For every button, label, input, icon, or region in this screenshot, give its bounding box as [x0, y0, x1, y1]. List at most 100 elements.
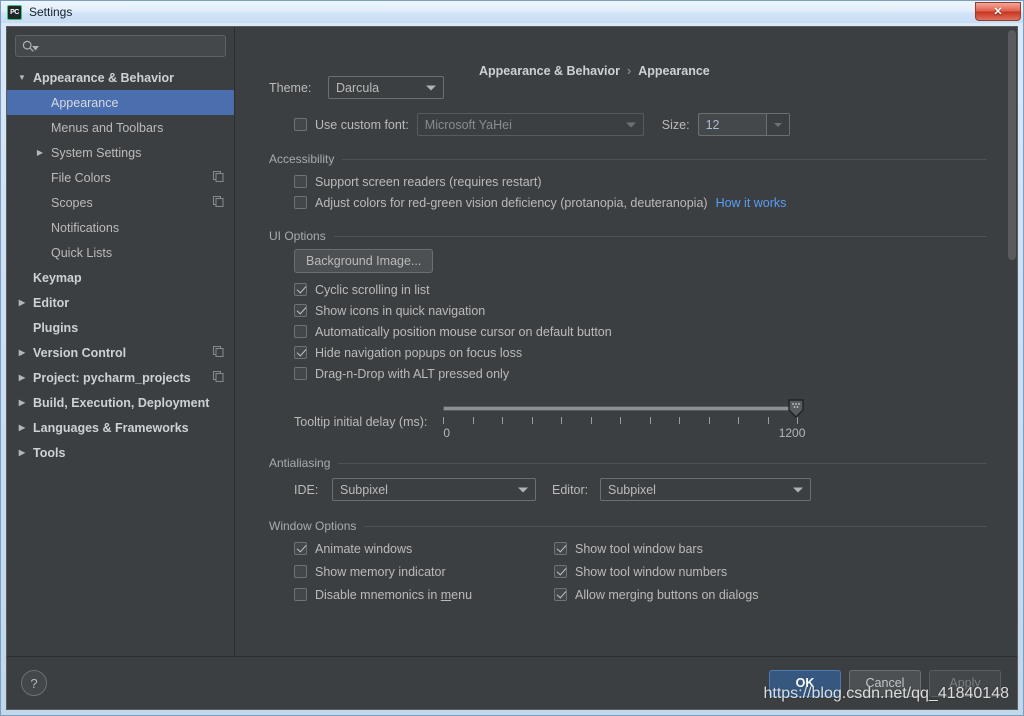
support-screen-readers-checkbox[interactable]: Support screen readers (requires restart… [294, 171, 987, 192]
checkbox-box [294, 346, 307, 359]
antialiasing-row: IDE: Subpixel Editor: Subpixel [294, 478, 987, 501]
sidebar-item-label: File Colors [51, 170, 111, 185]
theme-row: Theme: Darcula [269, 76, 987, 99]
editor-antialiasing-value: Subpixel [608, 482, 656, 497]
sidebar-item-file-colors[interactable]: File Colors [7, 165, 234, 190]
close-icon[interactable]: ✕ [975, 2, 1021, 21]
search-dropdown-icon[interactable] [32, 45, 39, 51]
sidebar-item-editor[interactable]: ▶ Editor [7, 290, 234, 315]
chevron-down-icon [793, 487, 803, 492]
background-image-button[interactable]: Background Image... [294, 249, 434, 273]
chevron-down-icon[interactable]: ▼ [15, 73, 29, 82]
ui-option-show-icons-in-quick-navigation-checkbox[interactable]: Show icons in quick navigation [294, 300, 987, 321]
editor-antialiasing-select[interactable]: Subpixel [600, 478, 811, 501]
accessibility-options: Support screen readers (requires restart… [294, 171, 987, 213]
slider-tick [531, 417, 533, 424]
sidebar-item-keymap[interactable]: Keymap [7, 265, 234, 290]
window-option-show-tool-window-bars-checkbox[interactable]: Show tool window bars [554, 538, 987, 559]
breadcrumb: Appearance & Behavior › Appearance [479, 64, 710, 78]
chevron-right-icon[interactable]: ▶ [15, 398, 29, 407]
custom-font-select[interactable]: Microsoft YaHei [416, 113, 644, 136]
slider-track[interactable] [443, 406, 798, 411]
breadcrumb-separator: › [627, 64, 632, 78]
copy-icon[interactable] [213, 195, 224, 210]
checkbox-box [294, 175, 307, 188]
sidebar-item-menus-and-toolbars[interactable]: Menus and Toolbars [7, 115, 234, 140]
scrollbar-thumb[interactable] [1008, 30, 1016, 260]
sidebar-item-languages-frameworks[interactable]: ▶ Languages & Frameworks [7, 415, 234, 440]
chevron-right-icon[interactable]: ▶ [15, 298, 29, 307]
sidebar-item-label: Appearance [51, 95, 119, 110]
chevron-right-icon[interactable]: ▶ [15, 448, 29, 457]
chevron-right-icon[interactable]: ▶ [15, 373, 29, 382]
sidebar-item-scopes[interactable]: Scopes [7, 190, 234, 215]
copy-icon[interactable] [213, 370, 224, 385]
ide-antialiasing-select[interactable]: Subpixel [332, 478, 536, 501]
tooltip-delay-slider-row: Tooltip initial delay (ms): 0 1200 [294, 398, 987, 446]
slider-min-label: 0 [443, 426, 451, 440]
chevron-right-icon[interactable]: ▶ [15, 348, 29, 357]
tooltip-delay-label: Tooltip initial delay (ms): [294, 415, 428, 429]
theme-label: Theme: [269, 80, 312, 95]
sidebar-item-quick-lists[interactable]: Quick Lists [7, 240, 234, 265]
ok-button[interactable]: OK [769, 669, 841, 697]
ide-antialiasing-label: IDE: [294, 482, 319, 497]
sidebar-item-appearance-behavior[interactable]: ▼ Appearance & Behavior [7, 65, 234, 90]
sidebar-item-version-control[interactable]: ▶ Version Control [7, 340, 234, 365]
copy-icon[interactable] [213, 345, 224, 360]
window-option-disable-mnemonics-in-menu-checkbox[interactable]: Disable mnemonics in menu [294, 584, 554, 605]
checkbox-box [294, 542, 307, 555]
help-button[interactable]: ? [21, 670, 47, 696]
antialiasing-group-title: Antialiasing [269, 456, 331, 470]
slider-thumb[interactable] [788, 399, 805, 418]
cancel-button[interactable]: Cancel [849, 669, 921, 697]
ui-option-cyclic-scrolling-in-list-checkbox[interactable]: Cyclic scrolling in list [294, 279, 987, 300]
checkbox-box [294, 118, 307, 131]
sidebar-item-tools[interactable]: ▶ Tools [7, 440, 234, 465]
theme-select[interactable]: Darcula [328, 76, 444, 99]
font-size-stepper[interactable]: 12 [697, 113, 790, 136]
ui-option-hide-navigation-popups-on-focus-loss-checkbox[interactable]: Hide navigation popups on focus loss [294, 342, 987, 363]
sidebar-item-build-execution-deployment[interactable]: ▶ Build, Execution, Deployment [7, 390, 234, 415]
sidebar-item-plugins[interactable]: Plugins [7, 315, 234, 340]
divider [364, 525, 987, 527]
slider-tick [797, 417, 799, 424]
sidebar-item-notifications[interactable]: Notifications [7, 215, 234, 240]
sidebar-item-label: Appearance & Behavior [33, 70, 175, 85]
ui-option-label: Drag-n-Drop with ALT pressed only [315, 366, 510, 381]
chevron-right-icon[interactable]: ▶ [15, 423, 29, 432]
window-option-show-memory-indicator-checkbox[interactable]: Show memory indicator [294, 561, 554, 582]
ui-option-drag-n-drop-with-alt-pressed-only-checkbox[interactable]: Drag-n-Drop with ALT pressed only [294, 363, 987, 384]
main-panel-scrollbar[interactable] [1006, 27, 1017, 656]
checkbox-box [294, 367, 307, 380]
ui-option-automatically-position-mouse-cursor-on-default-button-checkbox[interactable]: Automatically position mouse cursor on d… [294, 321, 987, 342]
slider-tick [620, 417, 622, 424]
how-it-works-link[interactable]: How it works [716, 196, 787, 210]
sidebar-item-label: Editor [33, 295, 70, 310]
chevron-right-icon[interactable]: ▶ [33, 148, 47, 157]
font-size-value[interactable]: 12 [699, 114, 766, 135]
window-option-animate-windows-checkbox[interactable]: Animate windows [294, 538, 554, 559]
spinner-arrow-icon[interactable] [765, 114, 789, 135]
sidebar-item-appearance[interactable]: Appearance [7, 90, 234, 115]
accessibility-group-header: Accessibility [269, 152, 987, 166]
antialiasing-group-header: Antialiasing [269, 456, 987, 470]
search-input[interactable] [39, 38, 219, 54]
sidebar-item-system-settings[interactable]: ▶ System Settings [7, 140, 234, 165]
window-option-allow-merging-buttons-on-dialogs-checkbox[interactable]: Allow merging buttons on dialogs [554, 584, 987, 605]
sidebar-item-label: Quick Lists [51, 245, 113, 260]
sidebar-item-project-pycharm-projects[interactable]: ▶ Project: pycharm_projects [7, 365, 234, 390]
slider-tick [679, 417, 681, 424]
use-custom-font-checkbox[interactable]: Use custom font: [294, 114, 409, 135]
slider-tick [708, 417, 710, 424]
search-box[interactable] [15, 35, 226, 57]
breadcrumb-parent[interactable]: Appearance & Behavior [479, 64, 620, 78]
adjust-colors-label: Adjust colors for red-green vision defic… [315, 195, 708, 210]
copy-icon[interactable] [213, 170, 224, 185]
sidebar-item-label: Notifications [51, 220, 120, 235]
window-option-show-tool-window-numbers-checkbox[interactable]: Show tool window numbers [554, 561, 987, 582]
chevron-down-icon [426, 85, 436, 90]
adjust-colors-checkbox[interactable]: Adjust colors for red-green vision defic… [294, 192, 987, 213]
ui-options-body: Background Image... Cyclic scrolling in … [294, 249, 987, 446]
checkbox-box [294, 325, 307, 338]
